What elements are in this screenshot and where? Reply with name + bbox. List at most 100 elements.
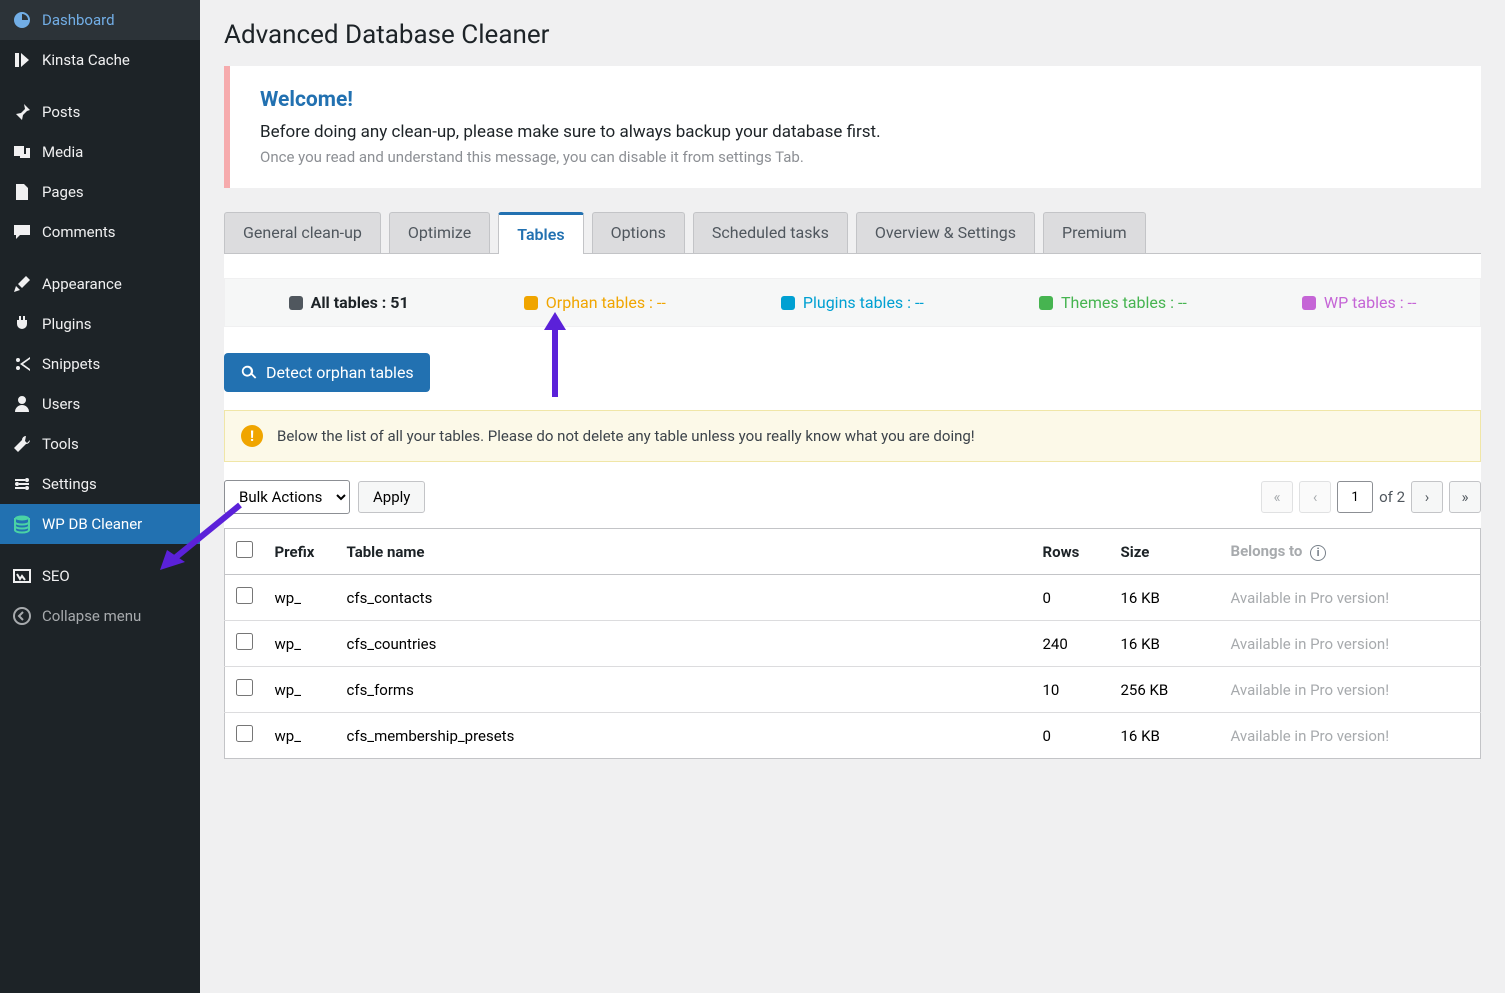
brush-icon: [12, 274, 32, 294]
sidebar-item-comments[interactable]: Comments: [0, 212, 200, 252]
bulk-actions-select[interactable]: Bulk Actions: [224, 480, 350, 514]
sidebar-item-label: WP DB Cleaner: [42, 515, 142, 533]
cell-table-name: cfs_contacts: [337, 575, 1033, 621]
seo-icon: [12, 566, 32, 586]
sidebar-item-label: Appearance: [42, 275, 122, 293]
pager-prev-button[interactable]: ‹: [1299, 481, 1331, 513]
cell-rows: 0: [1033, 575, 1111, 621]
search-icon: [240, 364, 258, 382]
table-row: wp_ cfs_countries 240 16 KB Available in…: [225, 621, 1481, 667]
welcome-heading: Welcome!: [260, 88, 1451, 112]
tables-list: Prefix Table name Rows Size Belongs to i…: [224, 528, 1481, 759]
sidebar-item-users[interactable]: Users: [0, 384, 200, 424]
sidebar-item-collapse[interactable]: Collapse menu: [0, 596, 200, 636]
filter-label: Themes tables : --: [1061, 293, 1187, 312]
filter-wp-tables[interactable]: WP tables : --: [1302, 293, 1416, 312]
media-icon: [12, 142, 32, 162]
admin-sidebar: Dashboard Kinsta Cache Posts Media Pages…: [0, 0, 200, 993]
square-icon: [781, 296, 795, 310]
square-icon: [524, 296, 538, 310]
row-checkbox[interactable]: [236, 587, 253, 604]
row-checkbox[interactable]: [236, 725, 253, 742]
main-content: Advanced Database Cleaner Welcome! Befor…: [200, 0, 1505, 993]
header-prefix[interactable]: Prefix: [265, 529, 337, 575]
page-icon: [12, 182, 32, 202]
sidebar-item-posts[interactable]: Posts: [0, 92, 200, 132]
warning-text: Below the list of all your tables. Pleas…: [277, 427, 975, 445]
tab-premium[interactable]: Premium: [1043, 212, 1146, 253]
filter-orphan-tables[interactable]: Orphan tables : --: [524, 293, 666, 312]
header-table-name[interactable]: Table name: [337, 529, 1033, 575]
tab-tables[interactable]: Tables: [498, 212, 583, 254]
filter-label: All tables : 51: [311, 293, 409, 312]
detect-orphan-button[interactable]: Detect orphan tables: [224, 353, 430, 392]
sidebar-item-plugins[interactable]: Plugins: [0, 304, 200, 344]
table-row: wp_ cfs_forms 10 256 KB Available in Pro…: [225, 667, 1481, 713]
sidebar-item-snippets[interactable]: Snippets: [0, 344, 200, 384]
cell-table-name: cfs_membership_presets: [337, 713, 1033, 759]
sidebar-item-pages[interactable]: Pages: [0, 172, 200, 212]
cell-table-name: cfs_countries: [337, 621, 1033, 667]
row-checkbox[interactable]: [236, 633, 253, 650]
sidebar-item-wp-db-cleaner[interactable]: WP DB Cleaner: [0, 504, 200, 544]
sidebar-item-label: Media: [42, 143, 83, 161]
pager-last-button[interactable]: »: [1449, 481, 1481, 513]
tab-scheduled-tasks[interactable]: Scheduled tasks: [693, 212, 848, 253]
tab-bar: General clean-up Optimize Tables Options…: [224, 212, 1481, 254]
detect-button-label: Detect orphan tables: [266, 363, 414, 382]
sidebar-item-seo[interactable]: SEO: [0, 556, 200, 596]
sidebar-item-media[interactable]: Media: [0, 132, 200, 172]
filter-themes-tables[interactable]: Themes tables : --: [1039, 293, 1187, 312]
sidebar-item-appearance[interactable]: Appearance: [0, 264, 200, 304]
header-belongs[interactable]: Belongs to i: [1221, 529, 1481, 575]
sidebar-item-dashboard[interactable]: Dashboard: [0, 0, 200, 40]
pager-next-button[interactable]: ›: [1411, 481, 1443, 513]
table-row: wp_ cfs_membership_presets 0 16 KB Avail…: [225, 713, 1481, 759]
select-all-checkbox[interactable]: [236, 541, 253, 558]
table-row: wp_ cfs_contacts 0 16 KB Available in Pr…: [225, 575, 1481, 621]
sidebar-item-label: Dashboard: [42, 11, 115, 29]
filter-row: All tables : 51 Orphan tables : -- Plugi…: [224, 278, 1481, 327]
sidebar-item-tools[interactable]: Tools: [0, 424, 200, 464]
apply-button[interactable]: Apply: [358, 481, 425, 513]
cell-belongs: Available in Pro version!: [1221, 621, 1481, 667]
sidebar-item-label: Posts: [42, 103, 80, 121]
table-toolbar: Bulk Actions Apply « ‹ of 2 › »: [224, 480, 1481, 514]
pagination: « ‹ of 2 › »: [1261, 481, 1481, 513]
filter-label: Orphan tables : --: [546, 293, 666, 312]
tab-overview-settings[interactable]: Overview & Settings: [856, 212, 1035, 253]
sliders-icon: [12, 474, 32, 494]
warning-notice: ! Below the list of all your tables. Ple…: [224, 410, 1481, 462]
comment-icon: [12, 222, 32, 242]
square-icon: [1039, 296, 1053, 310]
sidebar-item-settings[interactable]: Settings: [0, 464, 200, 504]
welcome-message-1: Before doing any clean-up, please make s…: [260, 122, 1451, 142]
dashboard-icon: [12, 10, 32, 30]
tab-general-cleanup[interactable]: General clean-up: [224, 212, 381, 253]
scissors-icon: [12, 354, 32, 374]
filter-label: WP tables : --: [1324, 293, 1416, 312]
filter-all-tables[interactable]: All tables : 51: [289, 293, 409, 312]
square-icon: [289, 296, 303, 310]
pager-first-button[interactable]: «: [1261, 481, 1293, 513]
sidebar-item-label: Plugins: [42, 315, 91, 333]
header-size[interactable]: Size: [1111, 529, 1221, 575]
welcome-notice: Welcome! Before doing any clean-up, plea…: [224, 66, 1481, 188]
header-rows[interactable]: Rows: [1033, 529, 1111, 575]
sidebar-item-label: Kinsta Cache: [42, 51, 130, 69]
header-checkbox: [225, 529, 265, 575]
cell-prefix: wp_: [265, 713, 337, 759]
filter-plugins-tables[interactable]: Plugins tables : --: [781, 293, 924, 312]
cell-prefix: wp_: [265, 667, 337, 713]
plug-icon: [12, 314, 32, 334]
sidebar-item-kinsta[interactable]: Kinsta Cache: [0, 40, 200, 80]
wrench-icon: [12, 434, 32, 454]
sidebar-item-label: Comments: [42, 223, 116, 241]
sidebar-item-label: SEO: [42, 567, 70, 585]
tab-options[interactable]: Options: [592, 212, 685, 253]
tab-optimize[interactable]: Optimize: [389, 212, 490, 253]
cell-belongs: Available in Pro version!: [1221, 713, 1481, 759]
pager-current-input[interactable]: [1337, 481, 1373, 513]
tables-panel: All tables : 51 Orphan tables : -- Plugi…: [224, 254, 1481, 759]
row-checkbox[interactable]: [236, 679, 253, 696]
